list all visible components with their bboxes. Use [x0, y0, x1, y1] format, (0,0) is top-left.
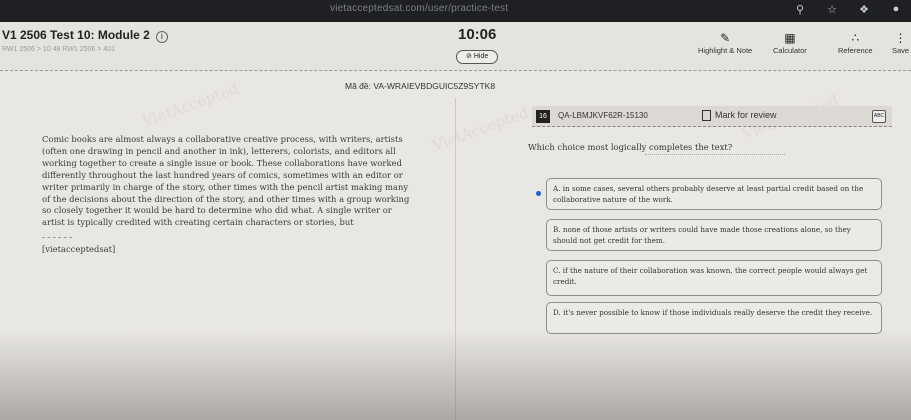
- option-text: D. it's never possible to know if those …: [553, 308, 873, 317]
- search-icon[interactable]: ⚲: [793, 3, 807, 16]
- question-stem: Which choice most logically completes th…: [528, 142, 733, 152]
- answer-option-b[interactable]: B. none of those artists or writers coul…: [546, 219, 882, 251]
- pen-icon: ✎: [720, 31, 731, 45]
- more-icon: ⋮: [894, 31, 907, 45]
- star-icon[interactable]: ☆: [825, 3, 839, 16]
- breadcrumb: RW1 2506 > 10 48 RW1 2506 > 401: [2, 46, 115, 53]
- extension-icon[interactable]: ❖: [857, 3, 871, 16]
- reading-passage: Comic books are almost always a collabor…: [42, 134, 410, 256]
- bookmark-icon[interactable]: [702, 110, 711, 121]
- profile-icon[interactable]: ●: [889, 3, 903, 16]
- question-number: 16: [536, 110, 550, 123]
- highlight-note-tool[interactable]: ✎ Highlight & Note: [698, 30, 752, 55]
- pane-divider[interactable]: [455, 98, 456, 420]
- test-title: V1 2506 Test 10: Module 2i: [2, 28, 168, 43]
- watermark: VietAccepted: [139, 79, 241, 131]
- selected-radio-icon[interactable]: [536, 191, 541, 196]
- calculator-tool[interactable]: ▦ Calculator: [773, 30, 807, 55]
- passage-source: [vietacceptedsat]: [42, 244, 116, 255]
- divider: [645, 154, 785, 155]
- browser-toolbar: vietacceptedsat.com/user/practice-test ⚲…: [0, 0, 911, 22]
- save-tool[interactable]: ⋮ Save: [892, 30, 909, 55]
- question-id: QA-LBMJKVF62R-15130: [558, 111, 648, 120]
- option-text: B. none of those artists or writers coul…: [553, 225, 851, 245]
- info-icon[interactable]: i: [155, 31, 168, 43]
- option-text: A. in some cases, several others probabl…: [553, 184, 864, 204]
- browser-url[interactable]: vietacceptedsat.com/user/practice-test: [330, 3, 660, 17]
- watermark: VietAccepted: [429, 103, 531, 155]
- divider: [42, 237, 72, 239]
- passage-text: Comic books are almost always a collabor…: [42, 134, 410, 228]
- reference-icon: ∴: [851, 31, 860, 45]
- answer-option-d[interactable]: D. it's never possible to know if those …: [546, 302, 882, 334]
- answer-option-c[interactable]: C. if the nature of their collaboration …: [546, 260, 882, 296]
- abc-eliminate-icon[interactable]: ABC: [872, 110, 886, 123]
- option-text: C. if the nature of their collaboration …: [553, 266, 868, 286]
- answer-option-a[interactable]: A. in some cases, several others probabl…: [546, 178, 882, 210]
- calculator-icon: ▦: [784, 31, 796, 45]
- exam-code: Mã đề: VA-WRAIEVBDGUIC5Z9SYTK8: [345, 81, 496, 91]
- mark-for-review[interactable]: Mark for review: [715, 110, 777, 120]
- timer: 10:06: [458, 26, 497, 43]
- hide-timer-button[interactable]: ⊘ Hide: [456, 50, 499, 64]
- question-header: 16 QA-LBMJKVF62R-15130 Mark for review A…: [532, 106, 892, 127]
- eye-off-icon: ⊘: [466, 53, 472, 60]
- app-header: V1 2506 Test 10: Module 2i RW1 2506 > 10…: [0, 22, 911, 71]
- reference-tool[interactable]: ∴ Reference: [838, 30, 873, 55]
